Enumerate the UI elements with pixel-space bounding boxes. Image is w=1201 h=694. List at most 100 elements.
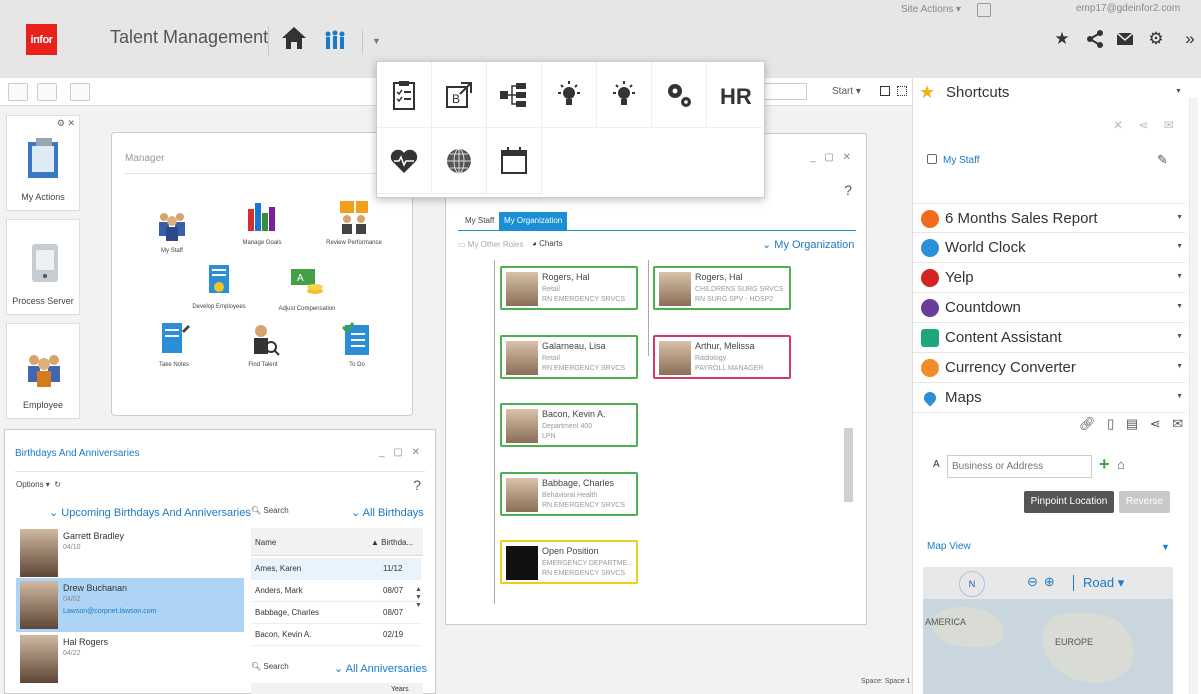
window-controls[interactable]: _ ▢ ✕ bbox=[810, 152, 854, 163]
shortcut-maps[interactable]: Maps ▼ bbox=[913, 383, 1185, 413]
pencil-icon[interactable]: ✎ bbox=[1157, 152, 1168, 168]
list-item[interactable]: Hal Rogers 04/22 bbox=[16, 632, 244, 686]
single-view-icon[interactable] bbox=[880, 86, 890, 96]
col-years[interactable]: Years bbox=[391, 686, 409, 693]
my-staff-link[interactable]: My Staff bbox=[943, 155, 980, 166]
launcher-my-actions[interactable]: ⚙ ✕ My Actions bbox=[6, 115, 80, 211]
chevron-down-icon[interactable]: ▼ bbox=[1161, 542, 1170, 552]
window-controls[interactable]: _ ▢ ✕ bbox=[379, 447, 423, 458]
home-icon[interactable]: ⌂ bbox=[1117, 457, 1125, 472]
shortcut-currency-converter[interactable]: Currency Converter ▼ bbox=[913, 353, 1185, 383]
menu-ideas[interactable] bbox=[542, 62, 597, 128]
org-card[interactable]: Rogers, Hal CHILDRENS SURG SRVCS RN SURG S… bbox=[653, 266, 791, 310]
star-icon[interactable]: ★ bbox=[1052, 29, 1072, 49]
pinpoint-location-button[interactable]: Pinpoint Location bbox=[1024, 491, 1114, 513]
launcher-process-server[interactable]: Process Server bbox=[6, 219, 80, 315]
org-card[interactable]: Bacon, Kevin A. Department 400 LPN bbox=[500, 403, 638, 447]
shortcut-actions[interactable]: ✕ ⋖ ✉ bbox=[1113, 118, 1180, 132]
search-birthdays[interactable]: 🔍︎ Search bbox=[251, 506, 289, 515]
table-row[interactable]: Bacon, Kevin A. 02/19 bbox=[251, 624, 421, 646]
upcoming-link[interactable]: ⌄ Upcoming Birthdays And Anniversaries bbox=[49, 506, 251, 519]
my-organization-link[interactable]: ⌄ My Organization bbox=[762, 238, 854, 251]
infor-logo[interactable]: infor bbox=[26, 24, 57, 55]
sidebar-scrollbar[interactable] bbox=[1189, 98, 1198, 694]
chevron-down-icon[interactable]: ▼ bbox=[1175, 88, 1182, 95]
mail-icon[interactable] bbox=[1115, 29, 1135, 49]
tab-my-staff[interactable]: My Staff bbox=[460, 212, 499, 230]
review-performance-link[interactable]: Review Performance bbox=[319, 199, 389, 246]
menu-hr[interactable]: HR bbox=[707, 62, 762, 128]
col-birthday[interactable]: ▲ Birthda... bbox=[371, 538, 413, 547]
find-talent-link[interactable]: Find Talent bbox=[228, 321, 298, 368]
list-item[interactable]: Garrett Bradley 04/10 bbox=[16, 526, 244, 580]
tree-view-icon[interactable] bbox=[37, 83, 57, 101]
road-dropdown[interactable]: Road ▾ bbox=[1083, 575, 1124, 591]
to-do-link[interactable]: To Do bbox=[322, 321, 392, 368]
org-card[interactable]: Babbage, Charles Behavioral Health RN EMER… bbox=[500, 472, 638, 516]
org-card[interactable]: Rogers, Hal Retail RN EMERGENCY SRVCS bbox=[500, 266, 638, 310]
menu-ideas-2[interactable] bbox=[597, 62, 652, 128]
help-icon[interactable]: ? bbox=[844, 182, 852, 198]
start-dropdown[interactable]: Start ▾ bbox=[832, 86, 861, 97]
table-row[interactable]: Anders, Mark 08/07 bbox=[251, 580, 421, 602]
people-icon[interactable] bbox=[323, 28, 347, 52]
checkbox[interactable] bbox=[927, 154, 937, 164]
help-icon[interactable]: ? bbox=[413, 477, 421, 493]
site-actions-menu[interactable]: Site Actions ▾ bbox=[901, 4, 961, 15]
map-actions[interactable]: 🔗︎ ▯ ▤ ⋖ ✉ bbox=[1079, 416, 1187, 432]
menu-calendar[interactable] bbox=[487, 128, 542, 194]
map-view[interactable]: N ⊖⊕ Road ▾ AMERICA EUROPE bbox=[923, 567, 1173, 694]
user-email[interactable]: emp17@gdeinfor2.com bbox=[1076, 3, 1180, 14]
develop-employees-link[interactable]: Develop Employees bbox=[184, 263, 254, 310]
shortcut-content-assistant[interactable]: Content Assistant ▼ bbox=[913, 323, 1185, 353]
tab-my-organization[interactable]: My Organization bbox=[499, 212, 568, 230]
search-anniversaries[interactable]: 🔍︎ Search bbox=[251, 662, 289, 671]
add-icon[interactable]: + bbox=[1099, 454, 1110, 475]
chevron-down-icon[interactable]: ▼ bbox=[372, 36, 381, 46]
layout-view-icon[interactable] bbox=[70, 83, 90, 101]
take-notes-link[interactable]: Take Notes bbox=[139, 321, 209, 368]
pager-arrows[interactable]: ▲ ▼ ▼ bbox=[415, 586, 422, 610]
my-other-roles[interactable]: ▭ My Other Roles bbox=[458, 240, 523, 249]
shortcut-countdown[interactable]: Countdown ▼ bbox=[913, 293, 1185, 323]
menu-checklist[interactable] bbox=[377, 62, 432, 128]
menu-health[interactable] bbox=[377, 128, 432, 194]
shortcut-6-months-sales[interactable]: 6 Months Sales Report ▼ bbox=[913, 203, 1185, 233]
zoom-controls[interactable]: ⊖⊕ bbox=[1027, 574, 1061, 590]
address-input[interactable] bbox=[947, 455, 1092, 478]
col-name[interactable]: Name bbox=[255, 538, 276, 547]
list-item-selected[interactable]: Drew Buchanan 04/02 Lawson@corpnet.lawson.… bbox=[16, 578, 244, 632]
shortcut-yelp[interactable]: Yelp ▼ bbox=[913, 263, 1185, 293]
all-birthdays-link[interactable]: ⌄ All Birthdays bbox=[351, 506, 424, 519]
tab-underline bbox=[458, 230, 856, 231]
shortcut-world-clock[interactable]: World Clock ▼ bbox=[913, 233, 1185, 263]
menu-hierarchy[interactable] bbox=[487, 62, 542, 128]
options-menu[interactable]: Options ▾ ↻ bbox=[16, 480, 61, 489]
share-icon[interactable] bbox=[1085, 29, 1105, 49]
org-card-open-position[interactable]: Open Position EMERGENCY DEPARTME... RN EME… bbox=[500, 540, 638, 584]
table-row[interactable]: Ames, Karen 11/12 bbox=[251, 558, 421, 580]
table-row[interactable]: Babbage, Charles 08/07 bbox=[251, 602, 421, 624]
scrollbar-thumb[interactable] bbox=[844, 428, 853, 502]
menu-settings[interactable] bbox=[652, 62, 707, 128]
settings-close-icon[interactable]: ⚙ ✕ bbox=[57, 118, 75, 129]
reverse-button[interactable]: Reverse bbox=[1119, 491, 1170, 513]
my-staff-link[interactable]: My Staff bbox=[137, 207, 207, 254]
adjust-compensation-link[interactable]: A Adjust Compensation bbox=[272, 265, 342, 312]
expand-right-icon[interactable]: » bbox=[1180, 29, 1200, 49]
org-card[interactable]: Galarneau, Lisa Retail RN EMERGENCY SRVCS bbox=[500, 335, 638, 379]
menu-globe[interactable] bbox=[432, 128, 487, 194]
launcher-employee[interactable]: Employee bbox=[6, 323, 80, 419]
compass[interactable]: N bbox=[959, 571, 985, 597]
scatter-view-icon[interactable] bbox=[8, 83, 28, 101]
toolbar-input[interactable] bbox=[763, 83, 807, 100]
manage-goals-link[interactable]: Manage Goals bbox=[227, 199, 297, 246]
all-anniversaries-link[interactable]: ⌄ All Anniversaries bbox=[334, 662, 427, 675]
org-card[interactable]: Arthur, Melissa Radiology PAYROLL MANAGER bbox=[653, 335, 791, 379]
charts-toggle[interactable]: ◕ Charts bbox=[532, 239, 563, 248]
grid-view-icon[interactable] bbox=[897, 86, 907, 96]
menu-benefits[interactable]: B bbox=[432, 62, 487, 128]
gear-icon[interactable]: ⚙ bbox=[1146, 29, 1166, 49]
home-icon[interactable] bbox=[280, 24, 308, 52]
edit-page-icon[interactable] bbox=[977, 3, 991, 17]
